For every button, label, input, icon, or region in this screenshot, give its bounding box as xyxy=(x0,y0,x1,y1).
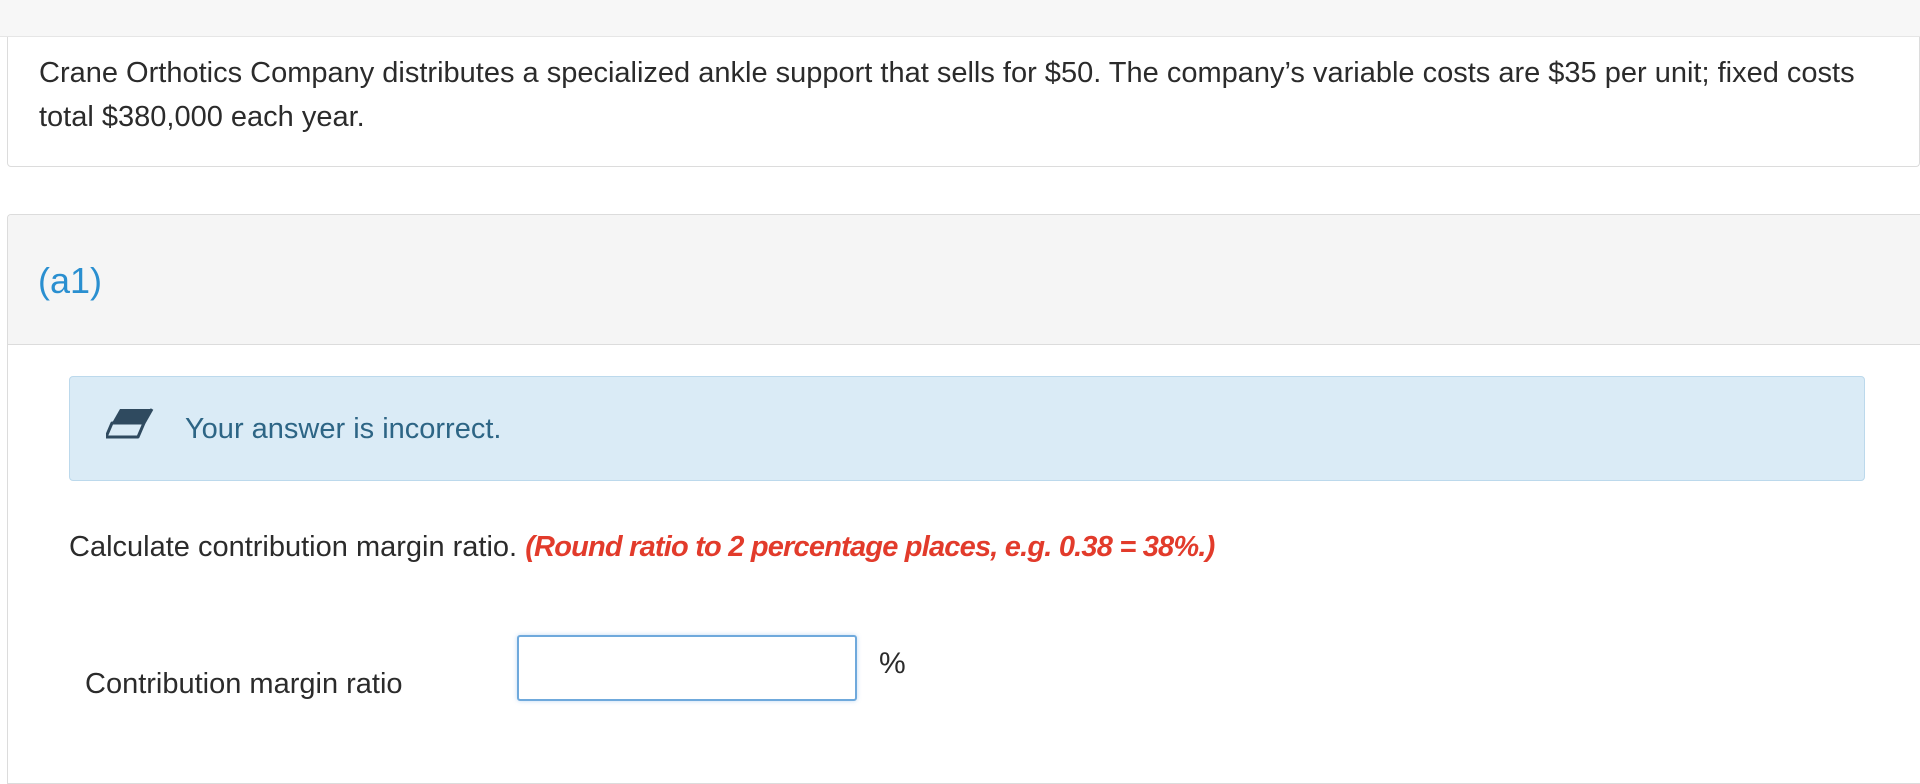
question-text: Calculate contribution margin ratio. (Ro… xyxy=(69,527,1215,567)
question-prompt: Calculate contribution margin ratio. xyxy=(69,531,518,563)
question-part-card: (a1) Your answer is incorrect. Calculate… xyxy=(7,214,1920,784)
problem-statement: Crane Orthotics Company distributes a sp… xyxy=(39,57,1855,133)
eraser-icon xyxy=(104,407,154,441)
percent-unit-label: % xyxy=(879,647,906,680)
rounding-hint: (Round ratio to 2 percentage places, e.g… xyxy=(525,531,1215,563)
top-bar xyxy=(0,0,1920,37)
problem-statement-card: Crane Orthotics Company distributes a sp… xyxy=(7,37,1920,167)
feedback-message: Your answer is incorrect. xyxy=(185,413,502,445)
contribution-margin-ratio-label: Contribution margin ratio xyxy=(85,668,403,700)
part-title: (a1) xyxy=(38,260,103,301)
part-header: (a1) xyxy=(8,215,1920,345)
contribution-margin-ratio-input[interactable] xyxy=(517,635,857,701)
feedback-banner: Your answer is incorrect. xyxy=(69,376,1865,481)
